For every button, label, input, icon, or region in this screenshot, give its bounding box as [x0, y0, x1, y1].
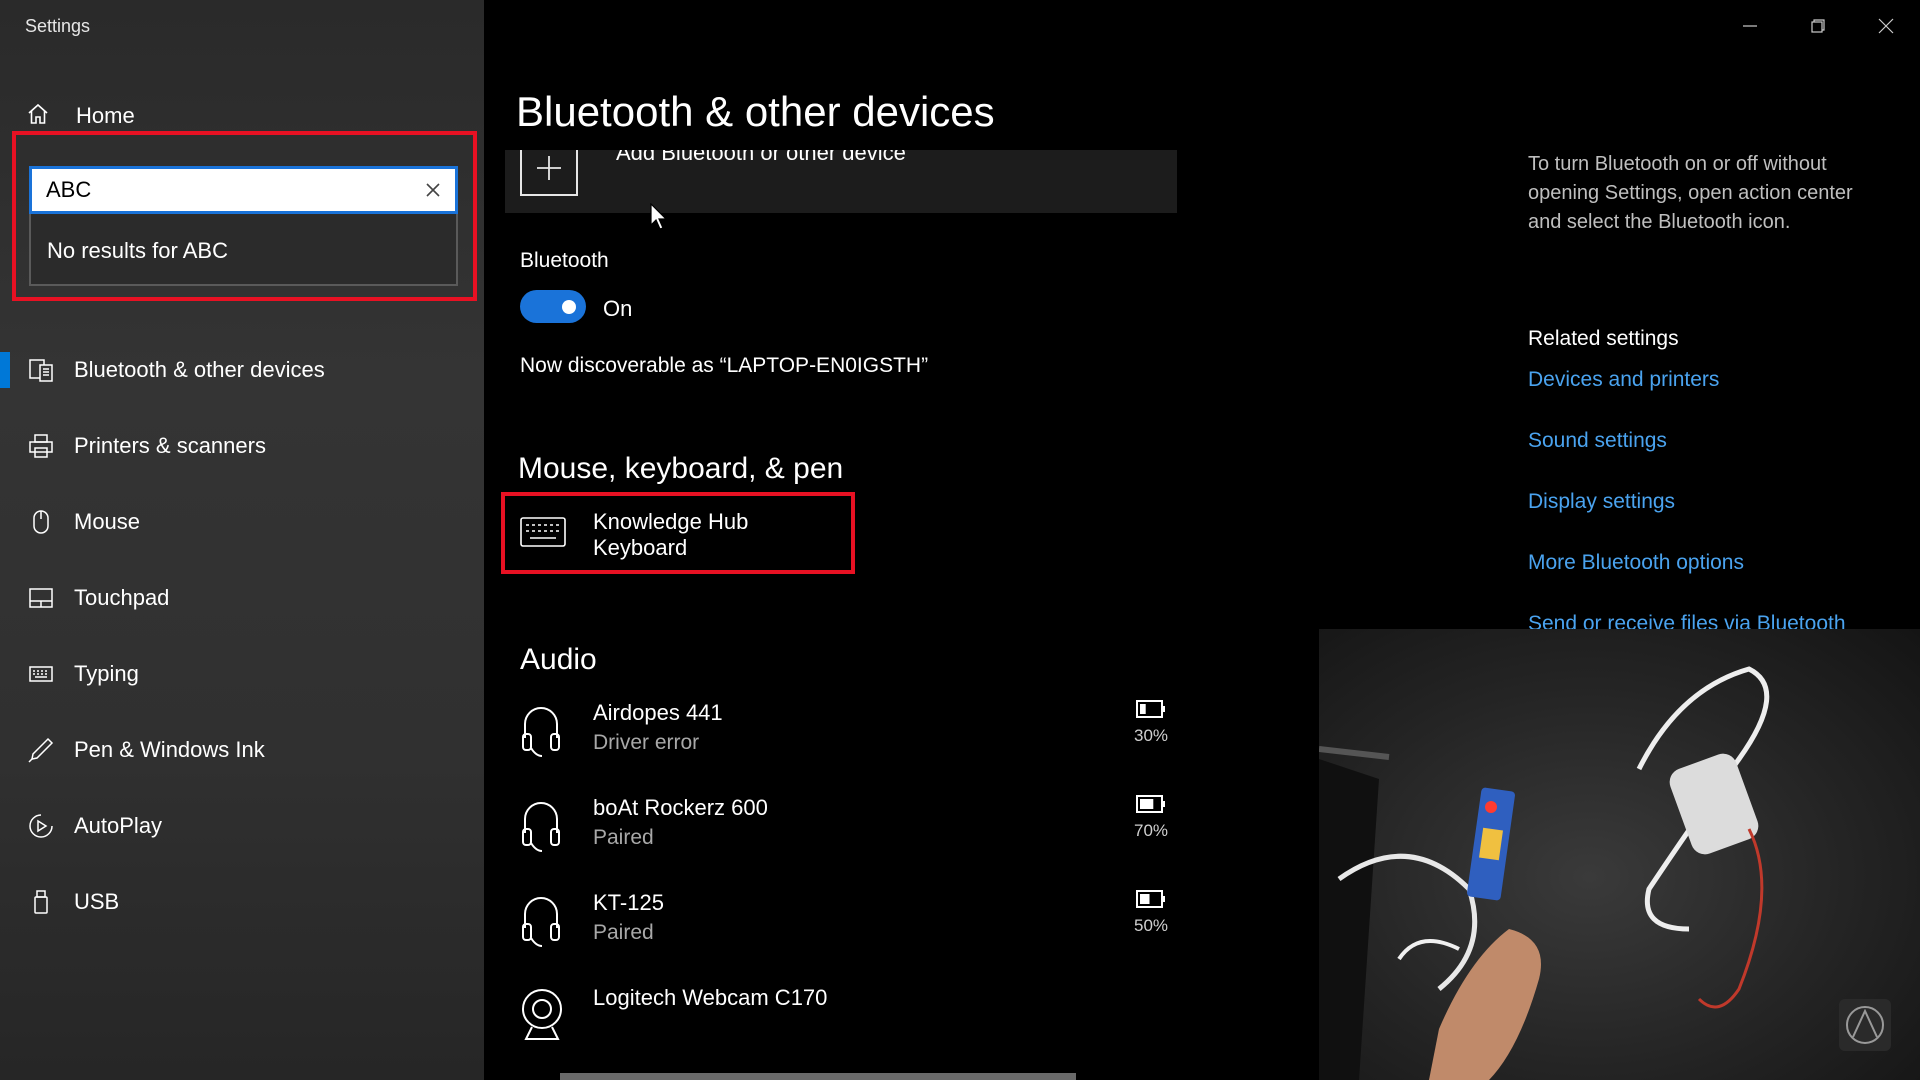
usb-icon [28, 889, 54, 915]
device-item-airdopes[interactable]: Airdopes 441 Driver error 30% [520, 700, 1200, 780]
sidebar-item-printers[interactable]: Printers & scanners [0, 408, 484, 484]
device-item-rockerz[interactable]: boAt Rockerz 600 Paired 70% [520, 795, 1200, 875]
battery-percent: 30% [1133, 726, 1169, 745]
clear-search-icon[interactable] [423, 180, 443, 200]
battery-icon [1136, 700, 1165, 718]
sidebar-item-label: AutoPlay [74, 813, 163, 838]
sidebar-item-mouse[interactable]: Mouse [0, 484, 484, 560]
device-name: boAt Rockerz 600 [593, 795, 768, 820]
sidebar-item-label: Typing [74, 661, 139, 686]
related-settings-title: Related settings [1528, 327, 1679, 350]
mouse-cursor-icon [650, 203, 668, 230]
headphones-icon [520, 797, 562, 858]
link-display-settings[interactable]: Display settings [1528, 490, 1675, 514]
device-name: KT-125 [593, 890, 664, 915]
link-sound-settings[interactable]: Sound settings [1528, 429, 1667, 453]
device-name: Logitech Webcam C170 [593, 985, 828, 1010]
close-icon [1878, 18, 1894, 34]
toggle-knob [562, 300, 576, 314]
search-input[interactable] [46, 169, 406, 211]
battery-percent: 50% [1133, 916, 1169, 935]
device-item-keyboard[interactable]: Knowledge Hub Keyboard [520, 505, 840, 565]
touchpad-icon [28, 585, 54, 611]
horizontal-scrollbar[interactable] [560, 1073, 1076, 1080]
bluetooth-info-text: To turn Bluetooth on or off without open… [1528, 153, 1853, 233]
battery-indicator: 50% [1131, 890, 1171, 936]
home-icon [26, 102, 50, 131]
bluetooth-devices-icon [28, 357, 54, 383]
search-results-dropdown: No results for ABC [29, 214, 458, 286]
home-label: Home [76, 103, 135, 128]
mouse-icon [28, 509, 54, 535]
battery-percent: 70% [1133, 821, 1169, 840]
section-heading-mouse-keyboard-pen: Mouse, keyboard, & pen [518, 452, 844, 485]
battery-indicator: 70% [1131, 795, 1171, 841]
restore-button[interactable] [1784, 0, 1852, 52]
device-status: Driver error [593, 731, 700, 754]
printer-icon [28, 433, 54, 459]
restore-icon [1811, 19, 1825, 33]
device-item-kt125[interactable]: KT-125 Paired 50% [520, 890, 1200, 970]
sidebar-item-autoplay[interactable]: AutoPlay [0, 788, 484, 864]
no-results-message: No results for ABC [47, 238, 228, 263]
pen-icon [28, 737, 54, 763]
search-box [29, 166, 458, 214]
device-status: Paired [593, 921, 654, 944]
battery-icon [1136, 890, 1165, 908]
sidebar: Settings Home No results for ABC Bluetoo… [0, 0, 484, 1080]
bluetooth-label: Bluetooth [520, 249, 609, 272]
device-status: Paired [593, 826, 654, 849]
webcam-video-overlay [1319, 629, 1920, 1080]
webcam-icon [520, 987, 564, 1048]
minimize-button[interactable] [1716, 0, 1784, 52]
app-title: Settings [25, 16, 91, 36]
watermark-logo-icon [1839, 999, 1891, 1051]
sidebar-item-bluetooth[interactable]: Bluetooth & other devices [0, 332, 484, 408]
video-frame-image [1319, 666, 1891, 1080]
keyboard-icon [28, 661, 54, 687]
device-name: Knowledge Hub Keyboard [593, 509, 749, 560]
sidebar-item-label: Bluetooth & other devices [74, 357, 325, 382]
sidebar-item-touchpad[interactable]: Touchpad [0, 560, 484, 636]
sidebar-nav: Bluetooth & other devices Printers & sca… [0, 332, 484, 940]
plus-icon [520, 150, 578, 196]
home-nav-item[interactable]: Home [26, 100, 135, 132]
page-title: Bluetooth & other devices [516, 88, 995, 135]
link-devices-and-printers[interactable]: Devices and printers [1528, 368, 1719, 392]
bluetooth-state: On [603, 296, 633, 321]
headphones-icon [520, 702, 562, 763]
bluetooth-toggle[interactable] [520, 290, 586, 323]
minimize-icon [1743, 25, 1757, 27]
headphones-icon [520, 892, 562, 953]
autoplay-icon [28, 813, 54, 839]
battery-icon [1136, 795, 1165, 813]
sidebar-item-pen[interactable]: Pen & Windows Ink [0, 712, 484, 788]
section-heading-audio: Audio [520, 643, 597, 676]
sidebar-item-usb[interactable]: USB [0, 864, 484, 940]
link-more-bluetooth-options[interactable]: More Bluetooth options [1528, 551, 1744, 575]
close-button[interactable] [1852, 0, 1920, 52]
add-device-label: Add Bluetooth or other device [616, 150, 906, 165]
device-name: Airdopes 441 [593, 700, 723, 725]
window-controls [1716, 0, 1920, 52]
sidebar-item-typing[interactable]: Typing [0, 636, 484, 712]
device-item-webcam[interactable]: Logitech Webcam C170 [520, 985, 1200, 1065]
discoverable-text: Now discoverable as “LAPTOP-EN0IGSTH” [520, 354, 929, 377]
sidebar-item-label: Pen & Windows Ink [74, 737, 265, 762]
sidebar-item-label: Printers & scanners [74, 433, 266, 458]
sidebar-item-label: USB [74, 889, 120, 914]
sidebar-item-label: Mouse [74, 509, 141, 534]
battery-indicator: 30% [1131, 700, 1171, 746]
sidebar-item-label: Touchpad [74, 585, 170, 610]
add-device-button[interactable]: Add Bluetooth or other device [505, 150, 1177, 213]
keyboard-icon [520, 517, 566, 552]
